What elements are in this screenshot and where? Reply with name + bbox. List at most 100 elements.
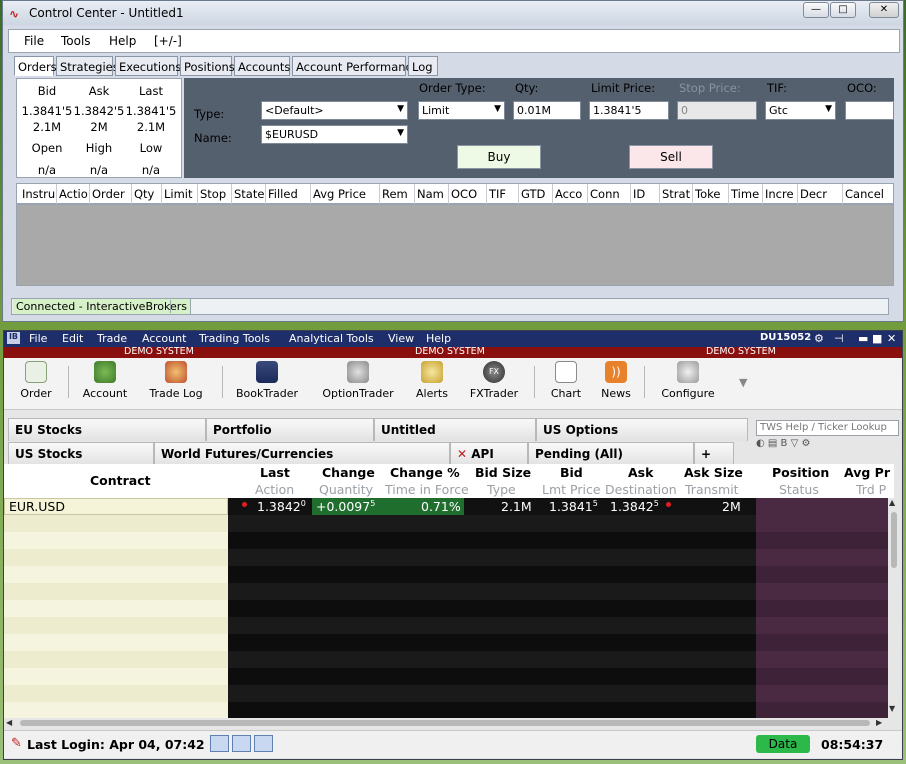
menu-account[interactable]: Account [142,332,186,345]
col-contract[interactable]: Contract [90,473,151,488]
alerts-button[interactable]: Alerts [412,361,452,400]
contract-cell[interactable] [4,634,228,651]
maximize-button[interactable]: □ [830,2,856,18]
col-change-pct[interactable]: Change % [390,465,460,480]
table-row[interactable]: EUR.USD 1.38420 +0.00975 0.71% 2.1M 1.38… [4,498,888,515]
add-tab-button[interactable]: + [694,442,734,465]
grid-column-toke[interactable]: Toke [695,187,720,201]
tab-pending-all[interactable]: Pending (All) [528,442,694,465]
col-action[interactable]: Action [255,482,294,497]
column-divider[interactable] [728,184,729,204]
menu-analytical-tools[interactable]: Analytical Tools [289,332,374,345]
account-button[interactable]: Account [80,361,130,400]
column-divider[interactable] [414,184,415,204]
tab-account-performance[interactable]: Account Performance [292,56,419,76]
grid-column-acco[interactable]: Acco [555,187,582,201]
grid-column-id[interactable]: ID [633,187,645,201]
grid-column-time[interactable]: Time [731,187,759,201]
fxtrader-button[interactable]: FX FXTrader [466,361,522,400]
ticker-lookup-input[interactable]: TWS Help / Ticker Lookup [756,420,899,436]
col-trd-p[interactable]: Trd P [856,482,886,497]
scroll-up-icon[interactable]: ▲ [889,498,895,507]
tab-positions[interactable]: Positions [180,56,235,76]
column-divider[interactable] [379,184,380,204]
column-divider[interactable] [692,184,693,204]
col-last[interactable]: Last [260,465,290,480]
menu-edit[interactable]: Edit [62,332,83,345]
contract-cell[interactable]: EUR.USD [4,498,228,515]
empty-row[interactable] [4,702,888,719]
contract-cell[interactable] [4,651,228,668]
order-button[interactable]: Order [16,361,56,400]
pin-icon[interactable]: ⊣ [834,332,844,345]
col-type[interactable]: Type [487,482,516,497]
col-status[interactable]: Status [779,482,819,497]
qty-input[interactable]: 0.01M [513,101,581,120]
lock-icon[interactable]: ⚙ [814,332,824,345]
column-divider[interactable] [630,184,631,204]
empty-row[interactable] [4,600,888,617]
column-divider[interactable] [552,184,553,204]
grid-column-filled[interactable]: Filled [268,187,298,201]
tab-orders[interactable]: Orders [14,56,57,76]
column-divider[interactable] [56,184,57,204]
menu-file[interactable]: File [24,34,44,48]
optiontrader-button[interactable]: OptionTrader [317,361,399,400]
grid-column-strat[interactable]: Strat [662,187,690,201]
bars-icon[interactable] [254,735,273,752]
tab-untitled[interactable]: Untitled [374,418,536,441]
column-divider[interactable] [310,184,311,204]
contract-cell[interactable] [4,617,228,634]
empty-row[interactable] [4,566,888,583]
tab-us-stocks[interactable]: US Stocks [8,442,154,465]
empty-row[interactable] [4,549,888,566]
maximize-icon[interactable]: ■ [872,332,882,345]
scroll-thumb[interactable] [891,512,897,568]
limit-price-input[interactable]: 1.3841'5 [589,101,669,120]
name-select[interactable]: $EURUSD ▼ [261,125,408,144]
col-time-in-force[interactable]: Time in Force [385,482,469,497]
column-divider[interactable] [448,184,449,204]
minimize-button[interactable]: — [803,2,829,18]
scroll-right-icon[interactable]: ▶ [876,718,882,727]
column-divider[interactable] [265,184,266,204]
horizontal-scrollbar[interactable]: ◀ ▶ [4,718,888,728]
layout-icon[interactable] [210,735,229,752]
empty-row[interactable] [4,668,888,685]
menu-help[interactable]: Help [109,34,136,48]
column-divider[interactable] [131,184,132,204]
menu-trading-tools[interactable]: Trading Tools [199,332,270,345]
column-divider[interactable] [659,184,660,204]
empty-row[interactable] [4,515,888,532]
column-divider[interactable] [231,184,232,204]
contract-cell[interactable] [4,549,228,566]
tab-us-options[interactable]: US Options [536,418,748,441]
grid-column-decr[interactable]: Decr [800,187,827,201]
scroll-thumb[interactable] [20,720,870,726]
col-ask[interactable]: Ask [628,465,653,480]
stop-price-input[interactable]: 0 [677,101,757,120]
column-divider[interactable] [797,184,798,204]
tab-executions[interactable]: Executions [115,56,181,76]
news-button[interactable]: )) News [600,361,632,400]
grid-column-cancel[interactable]: Cancel [845,187,884,201]
trade-log-button[interactable]: Trade Log [145,361,207,400]
menu-trade[interactable]: Trade [97,332,127,345]
tab-accounts[interactable]: Accounts [234,56,290,76]
scroll-down-icon[interactable]: ▼ [889,704,895,713]
contract-cell[interactable] [4,566,228,583]
contract-cell[interactable] [4,515,228,532]
column-divider[interactable] [587,184,588,204]
contract-cell[interactable] [4,685,228,702]
col-position[interactable]: Position [772,465,829,480]
col-change[interactable]: Change [322,465,375,480]
oco-input[interactable] [845,101,894,120]
grid-column-tif[interactable]: TIF [489,187,506,201]
grid-column-conn[interactable]: Conn [590,187,620,201]
grid-column-avg-price[interactable]: Avg Price [313,187,366,201]
col-avg-price[interactable]: Avg Pr [844,465,890,480]
minimize-icon[interactable]: ▬ [858,332,868,345]
close-icon[interactable]: ✕ [887,332,896,345]
grid-column-instru[interactable]: Instru [22,187,55,201]
empty-row[interactable] [4,685,888,702]
